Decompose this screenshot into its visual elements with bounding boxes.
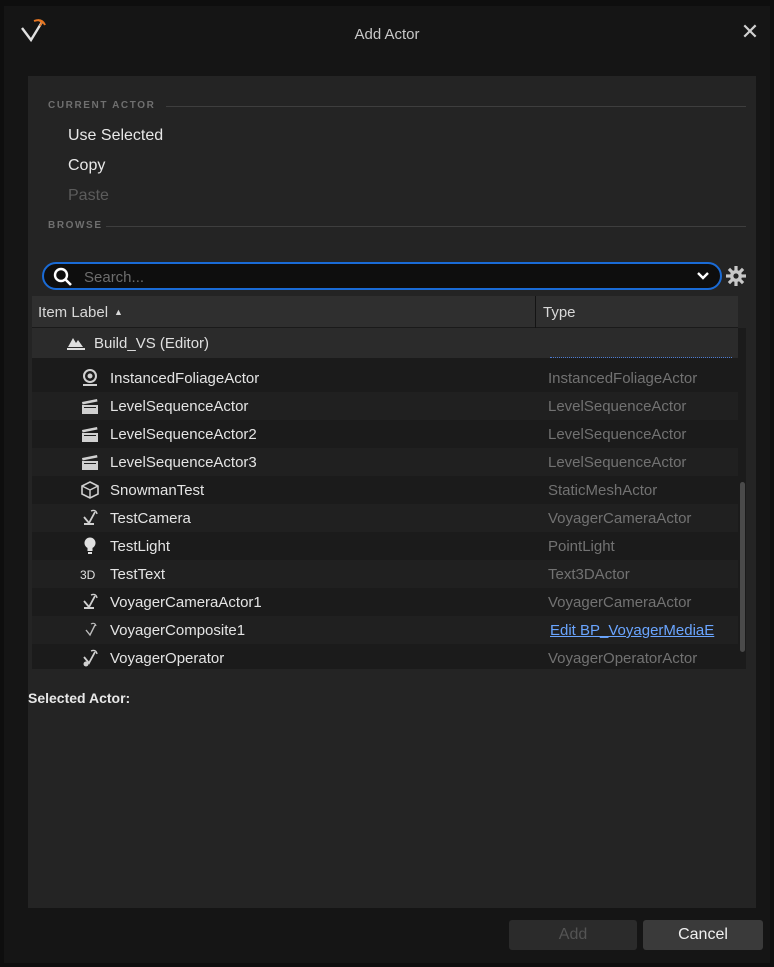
row-label: LevelSequenceActor2 xyxy=(110,426,257,443)
search-input[interactable] xyxy=(84,267,644,287)
voyager-camera-icon xyxy=(83,593,98,609)
row-label: LevelSequenceActor3 xyxy=(110,454,257,471)
dialog-footer: Add Cancel xyxy=(4,914,770,963)
section-header-browse: BROWSE xyxy=(48,220,103,231)
row-label: VoyagerOperator xyxy=(110,650,225,667)
use-selected-menu-item[interactable]: Use Selected xyxy=(68,127,163,145)
selected-actor-label: Selected Actor: xyxy=(28,690,131,706)
paste-menu-item[interactable]: Paste xyxy=(68,187,109,205)
close-icon[interactable]: ✕ xyxy=(738,20,762,44)
search-box[interactable] xyxy=(42,262,722,290)
row-label: VoyagerCameraActor1 xyxy=(110,594,262,611)
column-resize-handle[interactable] xyxy=(535,296,536,328)
row-type: StaticMeshActor xyxy=(548,482,658,499)
row-type: Text3DActor xyxy=(548,566,630,583)
row-label: LevelSequenceActor xyxy=(110,398,249,415)
voyager-operator-icon xyxy=(83,649,98,667)
row-label: VoyagerComposite1 xyxy=(110,622,246,639)
row-type: VoyagerCameraActor xyxy=(548,510,692,527)
column-header-type[interactable]: Type xyxy=(543,304,576,321)
row-label: TestLight xyxy=(110,538,171,555)
section-divider xyxy=(106,226,746,227)
table-row[interactable]: LevelSequenceActor3 LevelSequenceActor xyxy=(32,448,738,476)
dialog-title: Add Actor xyxy=(354,26,420,43)
scrollbar-thumb[interactable] xyxy=(740,482,745,652)
sort-ascending-icon: ▲ xyxy=(114,307,123,317)
group-label: Build_VS (Editor) xyxy=(94,335,210,352)
actor-list: Build_VS (Editor) InstancedFoliageActor … xyxy=(32,328,738,669)
title-bar: Add Actor ✕ xyxy=(4,6,770,60)
group-row-level[interactable]: Build_VS (Editor) xyxy=(32,328,738,358)
table-row[interactable]: TestCamera VoyagerCameraActor xyxy=(32,504,738,532)
voyager-composite-icon xyxy=(85,622,97,637)
add-button[interactable]: Add xyxy=(509,920,637,950)
add-actor-dialog: Add Actor ✕ CURRENT ACTOR Use Selected C… xyxy=(4,6,770,963)
cancel-button[interactable]: Cancel xyxy=(643,920,763,950)
copy-menu-item[interactable]: Copy xyxy=(68,157,105,175)
row-type: PointLight xyxy=(548,538,615,555)
clapperboard-icon xyxy=(82,455,98,470)
row-type: LevelSequenceActor xyxy=(548,398,687,415)
search-icon xyxy=(53,267,72,286)
clapperboard-icon xyxy=(82,399,98,414)
section-divider xyxy=(166,106,746,107)
svg-text:3D: 3D xyxy=(80,568,96,582)
row-label: TestText xyxy=(110,566,166,583)
edit-blueprint-link[interactable]: Edit BP_VoyagerMediaE xyxy=(550,622,738,639)
light-bulb-icon xyxy=(84,537,96,554)
row-type: VoyagerOperatorActor xyxy=(548,650,698,667)
chevron-down-icon[interactable] xyxy=(696,270,710,282)
table-row[interactable]: VoyagerCameraActor1 VoyagerCameraActor xyxy=(32,588,738,616)
static-mesh-icon xyxy=(81,481,99,499)
row-type: VoyagerCameraActor xyxy=(548,594,692,611)
row-type: LevelSequenceActor xyxy=(548,454,687,471)
level-icon xyxy=(67,338,85,350)
row-label: TestCamera xyxy=(110,510,191,527)
row-type: InstancedFoliageActor xyxy=(548,370,698,387)
table-row[interactable]: SnowmanTest StaticMeshActor xyxy=(32,476,738,504)
voyager-camera-icon xyxy=(83,509,98,525)
foliage-icon xyxy=(83,369,97,386)
row-label: SnowmanTest xyxy=(110,482,205,499)
table-header: Item Label ▲ Type xyxy=(32,296,738,328)
table-row[interactable]: LevelSequenceActor LevelSequenceActor xyxy=(32,392,738,420)
table-row[interactable]: LevelSequenceActor2 LevelSequenceActor xyxy=(32,420,738,448)
table-row[interactable]: TestLight PointLight xyxy=(32,532,738,560)
dialog-content: CURRENT ACTOR Use Selected Copy Paste BR… xyxy=(28,76,756,908)
group-type-underline xyxy=(550,357,732,358)
row-label: InstancedFoliageActor xyxy=(110,370,260,387)
clapperboard-icon xyxy=(82,427,98,442)
table-row[interactable]: 3D TestText Text3DActor xyxy=(32,560,738,588)
column-header-item-label[interactable]: Item Label ▲ xyxy=(38,304,123,321)
row-type: LevelSequenceActor xyxy=(548,426,687,443)
table-row[interactable]: InstancedFoliageActor InstancedFoliageAc… xyxy=(32,364,738,392)
table-row[interactable]: VoyagerOperator VoyagerOperatorActor xyxy=(32,644,738,669)
table-row[interactable]: VoyagerComposite1 Edit BP_VoyagerMediaE xyxy=(32,616,738,644)
section-header-current-actor: CURRENT ACTOR xyxy=(48,100,156,111)
text3d-icon: 3D xyxy=(80,568,96,582)
gear-icon[interactable] xyxy=(725,265,747,287)
